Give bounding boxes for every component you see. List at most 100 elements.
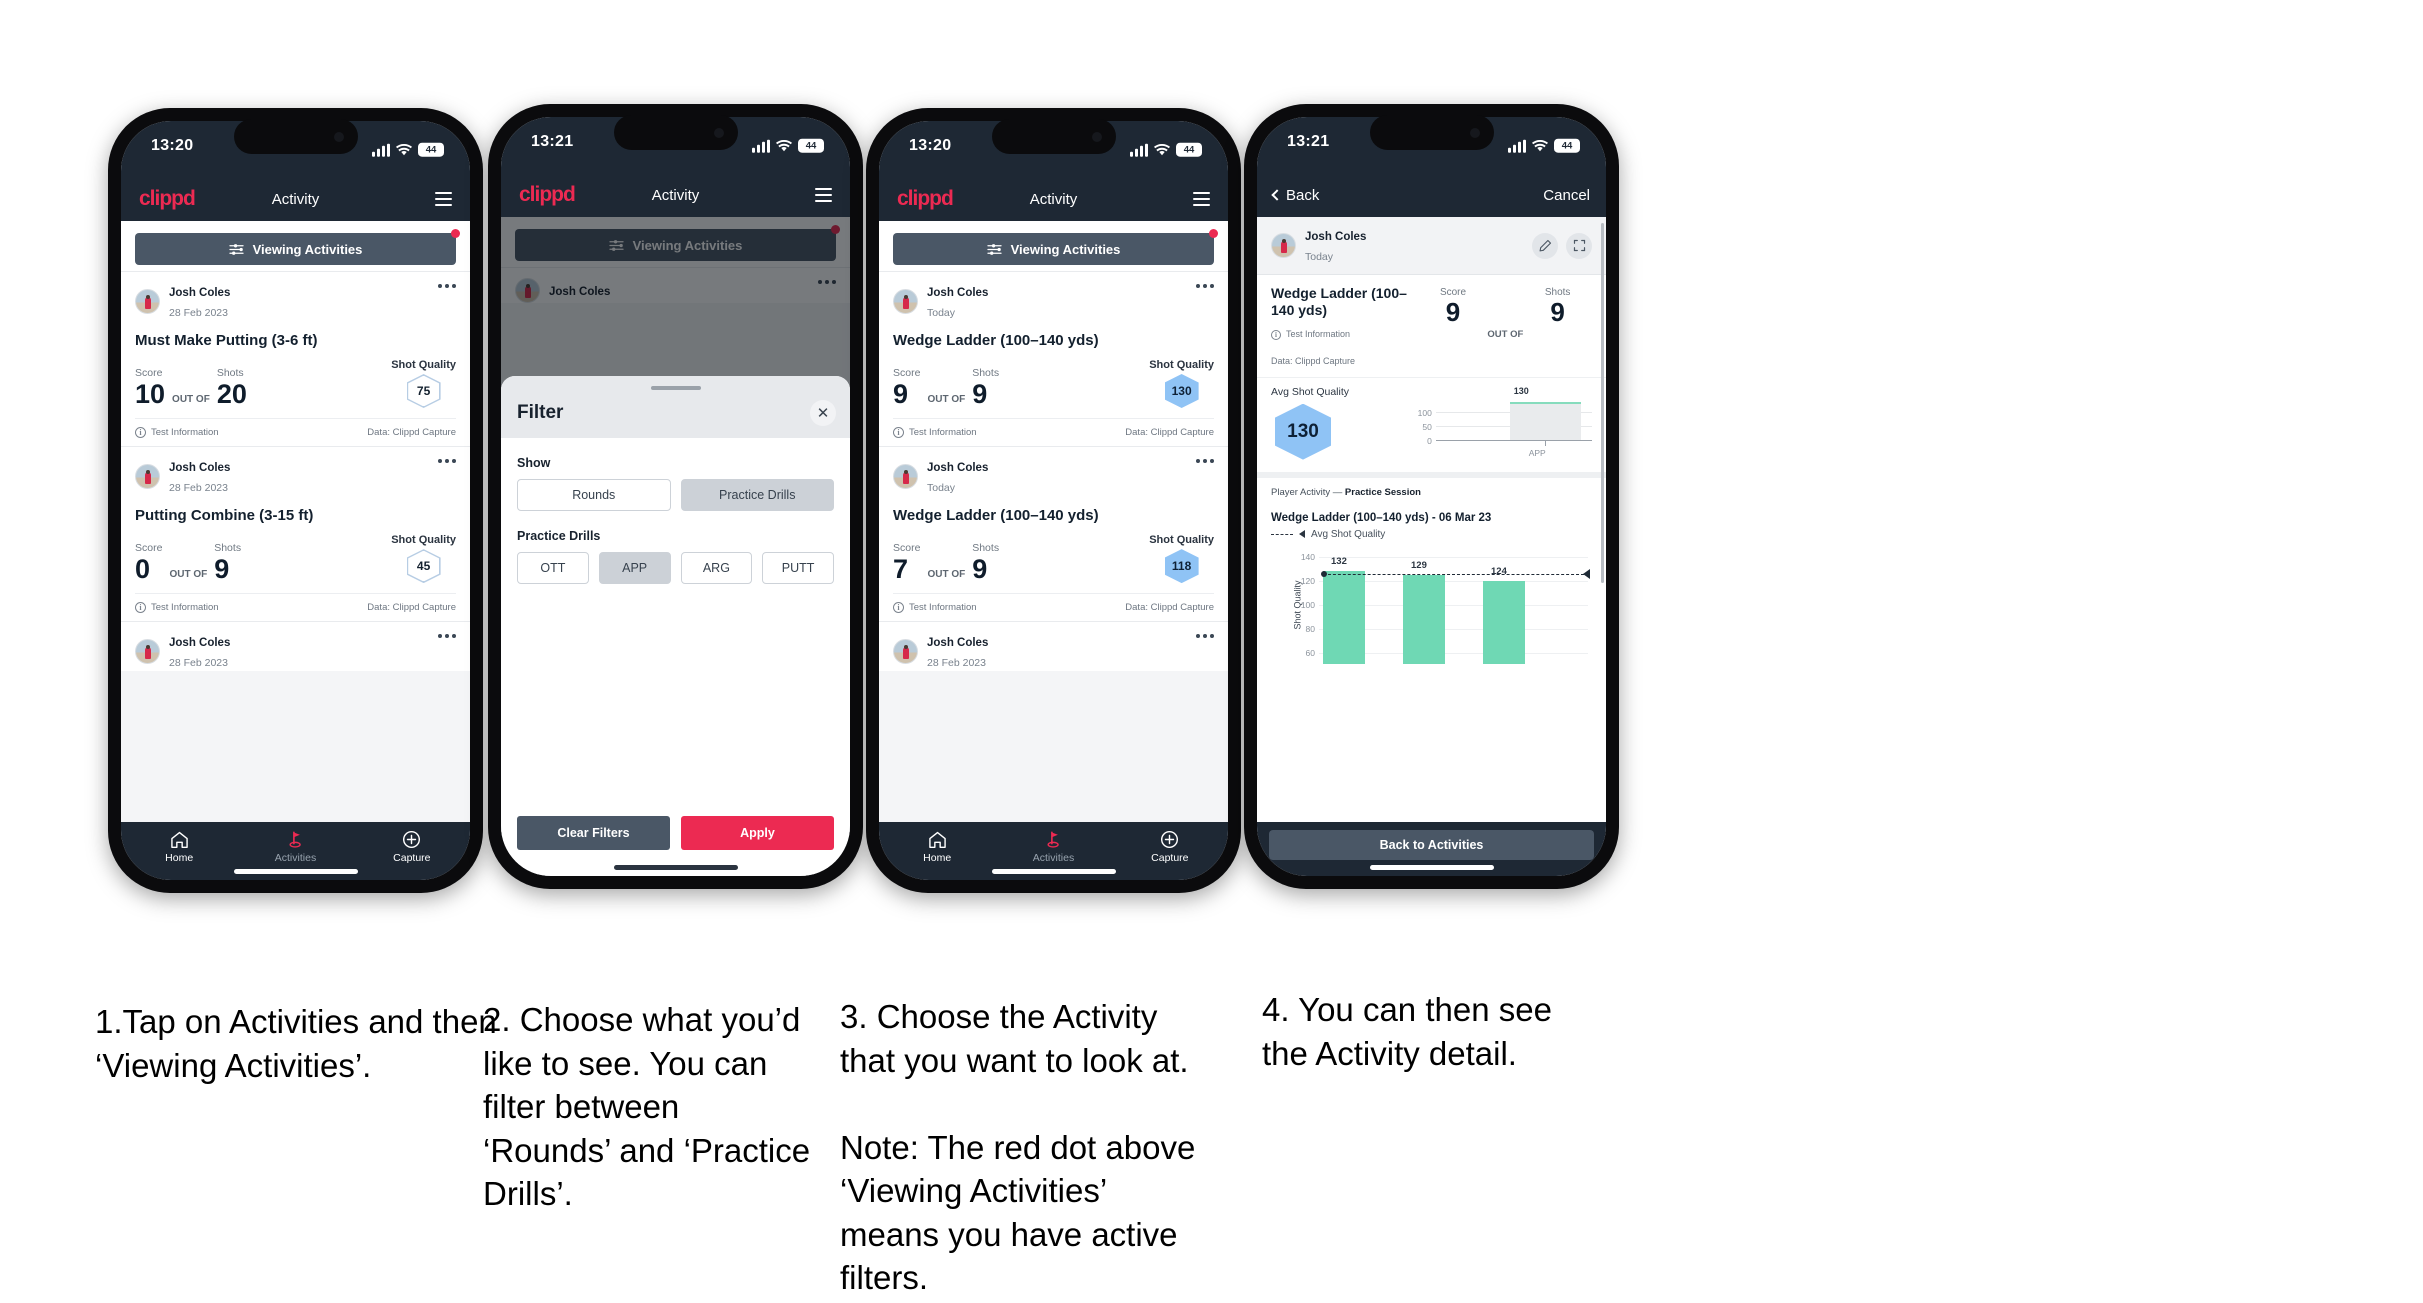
activity-card-partial[interactable]: Josh Coles 28 Feb 2023 xyxy=(879,621,1228,672)
battery-icon: 44 xyxy=(798,138,824,153)
signal-icon xyxy=(1508,139,1526,153)
screen-body: Viewing Activities Josh Coles 28 Feb 202… xyxy=(121,221,470,822)
signal-icon xyxy=(372,143,390,157)
filter-title: Filter xyxy=(517,402,564,423)
card-user-name: Josh Coles xyxy=(927,287,989,299)
shots-value: 9 xyxy=(214,554,230,585)
home-icon xyxy=(170,831,188,848)
card-menu-icon[interactable] xyxy=(438,634,456,639)
card-date: 28 Feb 2023 xyxy=(927,656,986,669)
chip-arg[interactable]: ARG xyxy=(680,552,753,584)
clear-filters-button[interactable]: Clear Filters xyxy=(517,816,670,850)
session-type: Practice Session xyxy=(1344,486,1421,498)
score-stat: Score 7 xyxy=(893,542,920,583)
info-icon: i xyxy=(135,602,146,614)
card-menu-icon[interactable] xyxy=(1196,459,1214,464)
tab-capture[interactable]: Capture xyxy=(1112,830,1228,864)
test-information[interactable]: i Test Information xyxy=(135,602,219,614)
ytick-140: 140 xyxy=(1300,551,1315,562)
chip-ott[interactable]: OTT xyxy=(517,552,589,584)
practice-drills-label: Practice Drills xyxy=(517,529,601,543)
chart-legend: Avg Shot Quality xyxy=(1271,529,1592,540)
ytick-60: 60 xyxy=(1305,647,1315,658)
card-date: 28 Feb 2023 xyxy=(169,306,228,319)
info-icon: i xyxy=(1271,329,1281,340)
wifi-icon xyxy=(396,143,412,155)
sheet-grabber[interactable] xyxy=(650,386,701,390)
card-menu-icon[interactable] xyxy=(1196,284,1214,288)
bar-2 xyxy=(1403,574,1445,664)
activity-card[interactable]: Josh Coles Today Wedge Ladder (100–140 y… xyxy=(879,271,1228,447)
page-title: Activity xyxy=(651,186,700,204)
expand-icon[interactable] xyxy=(1566,232,1592,259)
score-value: 9 xyxy=(893,379,909,410)
shot-quality-hexagon: 118 xyxy=(1164,549,1199,584)
pencil-icon[interactable] xyxy=(1532,232,1558,259)
activity-card[interactable]: Josh Coles 28 Feb 2023 Putting Combine (… xyxy=(121,446,470,622)
card-date: Today xyxy=(927,306,956,319)
score-value: 10 xyxy=(135,379,166,410)
data-source: Data: Clippd Capture xyxy=(367,427,456,439)
viewing-activities-button[interactable]: Viewing Activities xyxy=(135,233,456,265)
apply-button[interactable]: Apply xyxy=(681,816,834,850)
tab-home[interactable]: Home xyxy=(121,831,237,864)
score-label: Score xyxy=(893,542,921,555)
card-title: Wedge Ladder (100–140 yds) xyxy=(893,507,1099,525)
shot-quality-stat: Shot Quality 45 xyxy=(391,534,456,584)
menu-icon[interactable] xyxy=(1193,192,1210,206)
tab-home[interactable]: Home xyxy=(879,831,995,864)
avg-shot-quality-panel: Avg Shot Quality 130 130 100 50 0 APP xyxy=(1257,376,1606,472)
card-menu-icon[interactable] xyxy=(1196,634,1214,639)
scrollbar[interactable] xyxy=(1601,223,1604,583)
card-title: Putting Combine (3-15 ft) xyxy=(135,507,314,525)
score-label: Score xyxy=(893,367,921,380)
shots-label: Shots xyxy=(216,367,244,380)
card-date: Today xyxy=(927,481,956,494)
back-to-activities-button[interactable]: Back to Activities xyxy=(1269,830,1594,860)
card-menu-icon[interactable] xyxy=(438,284,456,288)
battery-icon: 44 xyxy=(1554,138,1580,153)
back-button[interactable]: Back xyxy=(1271,187,1319,204)
card-menu-icon[interactable] xyxy=(438,459,456,464)
menu-icon[interactable] xyxy=(435,192,452,206)
avatar xyxy=(135,289,160,315)
mini-ytick-100: 100 xyxy=(1417,407,1432,418)
option-rounds[interactable]: Rounds xyxy=(517,479,671,511)
chip-app[interactable]: APP xyxy=(598,552,671,584)
test-information[interactable]: i Test Information xyxy=(1271,328,1419,342)
status-time: 13:21 xyxy=(1287,133,1330,150)
avg-reference-line xyxy=(1323,573,1584,575)
chip-putt[interactable]: PUTT xyxy=(762,552,834,584)
test-information[interactable]: i Test Information xyxy=(135,427,219,439)
test-information[interactable]: i Test Information xyxy=(893,602,977,614)
page-title: Activity xyxy=(271,190,320,208)
data-source: Data: Clippd Capture xyxy=(1125,602,1214,614)
phone-activity-detail: 13:21 44 Back Cancel Josh Coles Today We… xyxy=(1244,104,1619,889)
tab-activities[interactable]: Activities xyxy=(237,830,353,864)
option-practice-drills[interactable]: Practice Drills xyxy=(680,479,834,511)
viewing-activities-button[interactable]: Viewing Activities xyxy=(893,233,1214,265)
cancel-button[interactable]: Cancel xyxy=(1543,187,1590,204)
test-information[interactable]: i Test Information xyxy=(893,427,977,439)
card-user-name: Josh Coles xyxy=(927,462,989,475)
shots-stat: Shots 9 xyxy=(972,367,999,408)
close-icon[interactable]: ✕ xyxy=(810,400,836,426)
shots-value: 9 xyxy=(1550,297,1565,328)
shots-value: 9 xyxy=(972,554,988,585)
score-label: Score xyxy=(135,542,163,555)
home-indicator xyxy=(991,869,1116,874)
ytick-80: 80 xyxy=(1305,623,1315,634)
detail-shots: Shots 9 xyxy=(1523,287,1592,328)
activity-card[interactable]: Josh Coles Today Wedge Ladder (100–140 y… xyxy=(879,446,1228,622)
phone-activities-filtered: 13:20 44 clippd Activity Viewing Activit… xyxy=(866,108,1241,893)
tab-activities[interactable]: Activities xyxy=(995,830,1111,864)
home-indicator xyxy=(613,865,738,870)
activity-card[interactable]: Josh Coles 28 Feb 2023 Must Make Putting… xyxy=(121,271,470,447)
status-time: 13:20 xyxy=(151,137,194,154)
activity-card-partial[interactable]: Josh Coles 28 Feb 2023 xyxy=(121,621,470,672)
tutorial-board: 13:20 44 clippd Activity Viewing Activit… xyxy=(0,0,2423,1303)
menu-icon[interactable] xyxy=(815,188,832,202)
detail-summary: Wedge Ladder (100–140 yds) i Test Informa… xyxy=(1257,275,1606,377)
out-of-label: OUT OF xyxy=(172,394,210,406)
tab-capture[interactable]: Capture xyxy=(354,830,470,864)
